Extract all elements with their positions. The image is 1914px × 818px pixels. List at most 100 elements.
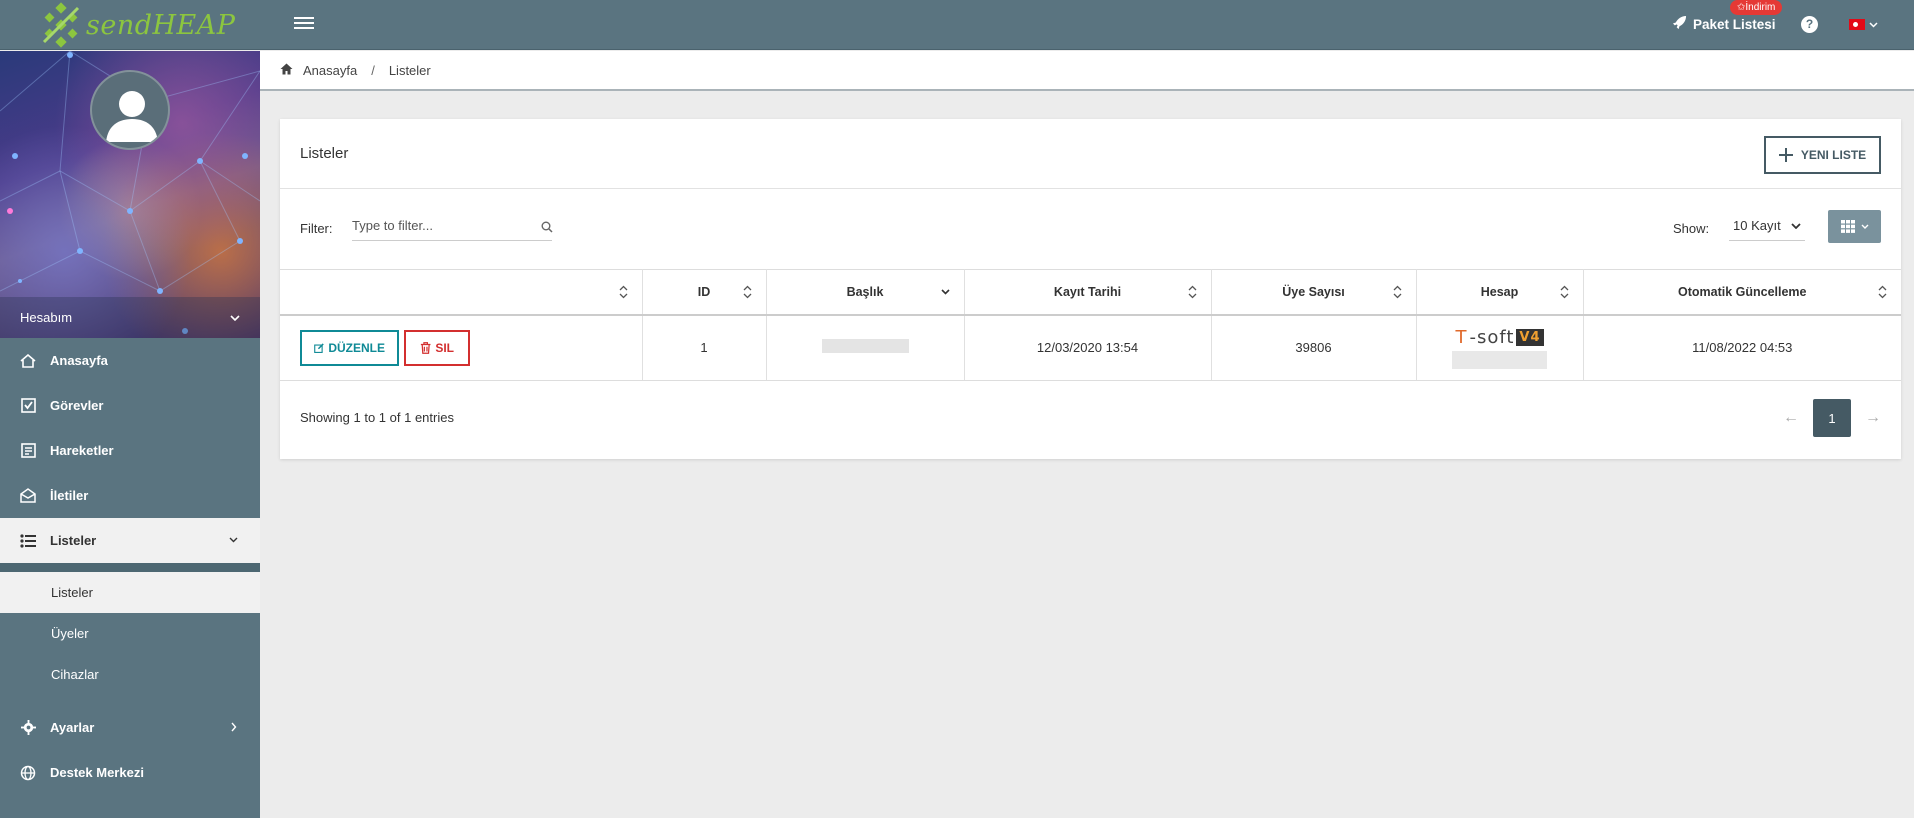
table-row: DÜZENLE SIL 1 12/03/2020 13:54 39806 T -… xyxy=(280,314,1901,381)
sort-icon xyxy=(1560,285,1568,299)
globe-icon xyxy=(20,765,36,781)
sidebar-item-iletiler[interactable]: İletiler xyxy=(0,473,260,518)
prev-page-arrow-icon[interactable]: ← xyxy=(1783,409,1799,427)
column-label: Başlık xyxy=(846,284,884,299)
breadcrumb: Anasayfa / Listeler xyxy=(260,51,1914,91)
brand-name: sendHEAP xyxy=(86,10,235,41)
breadcrumb-home[interactable]: Anasayfa xyxy=(303,63,357,78)
help-icon[interactable]: ? xyxy=(1801,16,1818,33)
column-label: Hesap xyxy=(1480,284,1519,299)
info-from: 1 xyxy=(353,410,361,425)
home-icon xyxy=(20,353,36,369)
paket-listesi-link[interactable]: Paket Listesi xyxy=(1672,15,1776,33)
list-icon xyxy=(20,533,36,549)
column-label: Kayıt Tarihi xyxy=(1053,284,1122,299)
column-header-id[interactable]: ID xyxy=(642,269,767,316)
grid-icon xyxy=(1840,220,1855,233)
search-icon xyxy=(541,221,553,236)
column-toggle-button[interactable] xyxy=(1828,210,1881,243)
column-header-baslik[interactable]: Başlık xyxy=(766,269,965,316)
edit-icon xyxy=(314,343,324,353)
tsoft-rest: -soft xyxy=(1469,326,1515,348)
page-size-select[interactable]: 10 Kayıt xyxy=(1729,211,1805,241)
sort-icon xyxy=(1188,285,1196,299)
brand-logo[interactable]: sendHEAP xyxy=(38,2,235,48)
list-box-icon xyxy=(20,443,36,459)
new-list-button[interactable]: YENI LISTE xyxy=(1764,136,1881,174)
submenu-item-listeler[interactable]: Listeler xyxy=(0,572,260,613)
column-label: Üye Sayısı xyxy=(1282,284,1345,299)
card-header: Listeler YENI LISTE xyxy=(280,119,1901,189)
edit-label: DÜZENLE xyxy=(328,340,385,355)
top-bar: sendHEAP Paket Listesi ✩İndirim ? xyxy=(0,0,1914,50)
column-header-kayit-tarihi[interactable]: Kayıt Tarihi xyxy=(964,269,1212,316)
chevron-down-icon xyxy=(1791,222,1801,229)
submenu-item-uyeler[interactable]: Üyeler xyxy=(0,613,260,654)
sort-icon xyxy=(619,285,627,299)
sort-icon xyxy=(743,285,751,299)
delete-label: SIL xyxy=(435,340,454,355)
filter-row: Filter: Show: 10 Kayıt xyxy=(280,189,1901,269)
next-page-arrow-icon[interactable]: → xyxy=(1865,409,1881,427)
table-info: Showing 1 to 1 of 1 entries xyxy=(300,410,454,425)
page-title: Listeler xyxy=(300,145,349,162)
column-header-actions[interactable] xyxy=(280,269,643,316)
paket-listesi-label: Paket Listesi xyxy=(1693,16,1776,32)
sort-icon xyxy=(1393,285,1401,299)
brand-name-heap: HEAP xyxy=(152,9,236,41)
cell-baslik xyxy=(766,314,965,381)
sidebar-item-hareketler[interactable]: Hareketler xyxy=(0,428,260,473)
filter-input[interactable] xyxy=(352,211,552,241)
info-prefix: Showing xyxy=(300,410,354,425)
sort-icon xyxy=(1878,285,1887,299)
chevron-down-icon xyxy=(230,314,240,321)
chevron-down-icon xyxy=(1869,21,1878,28)
cell-otomatik-guncelleme: 11/08/2022 04:53 xyxy=(1583,314,1901,381)
sidebar-item-gorevler[interactable]: Görevler xyxy=(0,383,260,428)
sidebar-item-label: İletiler xyxy=(50,488,89,503)
cell-id: 1 xyxy=(642,314,767,381)
checkbox-icon xyxy=(20,398,36,414)
table-header-row: ID Başlık Kayıt Tarihi Üye Sayısı Hesap xyxy=(280,269,1901,316)
column-header-uye-sayisi[interactable]: Üye Sayısı xyxy=(1211,269,1417,316)
breadcrumb-separator: / xyxy=(371,62,375,78)
sidebar-item-anasayfa[interactable]: Anasayfa xyxy=(0,338,260,383)
edit-button[interactable]: DÜZENLE xyxy=(300,329,399,366)
indirim-badge[interactable]: ✩İndirim xyxy=(1730,0,1783,15)
home-icon[interactable] xyxy=(280,63,293,78)
envelope-icon xyxy=(20,488,36,504)
lists-card: Listeler YENI LISTE Filter: Show: 10 Kay… xyxy=(280,119,1901,459)
sidebar-item-label: Görevler xyxy=(50,398,104,413)
brand-name-send: send xyxy=(86,9,153,41)
delete-button[interactable]: SIL xyxy=(404,329,470,366)
sidebar: Hesabım Anasayfa Görevler Hareketler İle… xyxy=(0,51,260,818)
sidebar-item-label: Listeler xyxy=(50,533,97,548)
column-header-otomatik-guncelleme[interactable]: Otomatik Güncelleme xyxy=(1583,269,1901,316)
sidebar-item-label: Anasayfa xyxy=(50,353,108,368)
submenu-spacer xyxy=(0,695,260,705)
language-selector[interactable] xyxy=(1849,19,1878,30)
sidebar-item-ayarlar[interactable]: Ayarlar xyxy=(0,705,260,750)
submenu-divider xyxy=(0,563,260,572)
avatar[interactable] xyxy=(90,70,170,150)
rocket-icon xyxy=(1672,15,1687,33)
logo-mark-icon xyxy=(38,2,84,48)
sidebar-item-destek-merkezi[interactable]: Destek Merkezi xyxy=(0,750,260,795)
submenu-item-cihazlar[interactable]: Cihazlar xyxy=(0,654,260,695)
chevron-down-icon xyxy=(229,537,238,543)
actions-cell: DÜZENLE SIL xyxy=(280,314,643,381)
account-menu[interactable]: Hesabım xyxy=(0,297,260,338)
breadcrumb-current: Listeler xyxy=(388,62,431,78)
chevron-right-icon xyxy=(231,722,237,732)
tsoft-t: T xyxy=(1455,326,1468,348)
new-list-label: YENI LISTE xyxy=(1800,148,1867,162)
tsoft-wordmark: T -soft V4 xyxy=(1455,326,1544,348)
page-button-1[interactable]: 1 xyxy=(1813,399,1851,437)
menu-toggle-icon[interactable] xyxy=(294,17,314,33)
plus-icon xyxy=(1778,148,1793,162)
show-label: Show: xyxy=(1673,221,1710,236)
trash-icon xyxy=(420,341,431,354)
column-header-hesap[interactable]: Hesap xyxy=(1416,269,1584,316)
cell-uye-sayisi: 39806 xyxy=(1211,314,1417,381)
sidebar-item-listeler[interactable]: Listeler xyxy=(0,518,260,563)
